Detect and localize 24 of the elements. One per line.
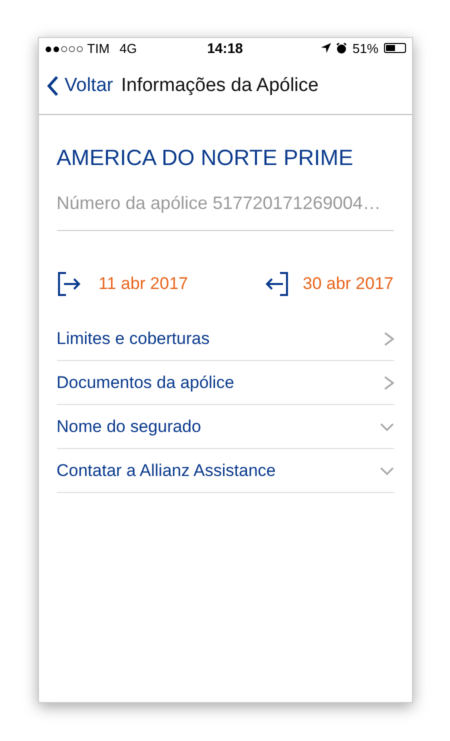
chevron-down-icon	[380, 422, 394, 432]
menu-item[interactable]: Limites e coberturas	[56, 317, 394, 361]
screen-title: Informações da Apólice	[121, 75, 319, 97]
battery-percent: 51%	[352, 40, 378, 56]
policy-name: AMERICA DO NORTE PRIME	[56, 145, 354, 171]
alarm-icon	[336, 42, 348, 54]
end-date: 30 abr 2017	[302, 274, 394, 294]
back-button[interactable]: Voltar	[46, 75, 114, 97]
return-icon	[264, 271, 289, 297]
network-type: 4G	[120, 40, 137, 56]
carrier-signal: ●●○○○ TIM	[44, 40, 110, 56]
menu-item[interactable]: Nome do segurado	[56, 405, 394, 449]
chevron-right-icon	[384, 376, 394, 390]
menu-item[interactable]: Documentos da apólice	[56, 361, 394, 405]
location-icon	[321, 43, 332, 53]
start-date: 11 abr 2017	[98, 274, 188, 294]
departure-icon	[56, 271, 80, 297]
chevron-down-icon	[380, 466, 394, 476]
clock: 14:18	[207, 40, 243, 56]
menu-item[interactable]: Contatar a Allianz Assistance	[56, 449, 394, 493]
battery-icon	[384, 43, 406, 53]
back-chevron-icon	[46, 75, 58, 97]
policy-number: Número da apólice 517720171269004…	[56, 193, 394, 231]
chevron-right-icon	[384, 332, 394, 346]
